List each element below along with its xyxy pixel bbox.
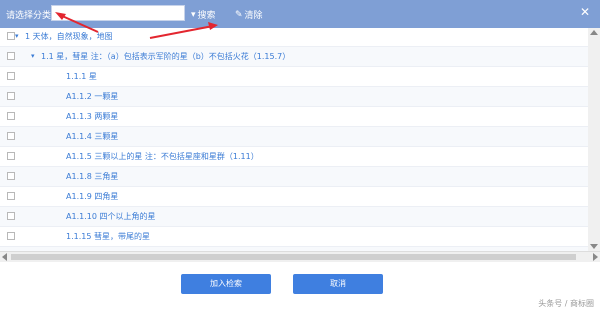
expand-triangle-icon[interactable]: ▾ [15, 32, 19, 40]
tree-item-label[interactable]: 1.1 星，彗星 注：（a）包括表示军阶的星（b）不包括火花（1.15.7） [41, 51, 290, 62]
row-checkbox[interactable] [7, 232, 15, 240]
dropdown-icon: ▾ [191, 9, 196, 20]
tree-item-label[interactable]: A1.1.4 三颗星 [66, 131, 118, 142]
tree-item-label[interactable]: A1.1.5 三颗以上的星 注：不包括星座和星群（1.11） [66, 151, 259, 162]
row-checkbox[interactable] [7, 72, 15, 80]
tree-row[interactable]: A1.1.4 三颗星 [0, 127, 588, 147]
eraser-icon: ✎ [235, 9, 243, 20]
tree-item-label[interactable]: 1.1.15 彗星，带尾的星 [66, 231, 150, 242]
tree-row[interactable]: 1.1.15 彗星，带尾的星 [0, 227, 588, 247]
tree-item-label[interactable]: A1.1.9 四角星 [66, 191, 118, 202]
row-checkbox[interactable] [7, 192, 15, 200]
dialog-footer: 加入检索 取消 头条号 / 商标圈 [0, 262, 600, 313]
search-button-label: 搜索 [197, 11, 216, 21]
tree-item-label[interactable]: A1.1.10 四个以上角的星 [66, 211, 155, 222]
add-to-search-button[interactable]: 加入检索 [181, 274, 271, 294]
search-input[interactable] [54, 7, 182, 19]
horizontal-scrollbar[interactable] [0, 251, 600, 262]
tree-item-label[interactable]: A1.1.8 三角星 [66, 171, 118, 182]
search-field[interactable] [51, 5, 185, 21]
row-checkbox[interactable] [7, 52, 15, 60]
row-checkbox[interactable] [7, 32, 15, 40]
row-checkbox[interactable] [7, 172, 15, 180]
dialog-titlebar: 请选择分类 ▾ 搜索 ✎ 清除 ✕ [0, 0, 600, 28]
vertical-scrollbar[interactable] [588, 28, 600, 251]
clear-button[interactable]: ✎ 清除 [235, 8, 263, 22]
category-tree-list: ▾ 1 天体，自然现象，地图 ▾ 1.1 星，彗星 注：（a）包括表示军阶的星（b）不… [0, 28, 589, 251]
tree-row[interactable]: A1.1.5 三颗以上的星 注：不包括星座和星群（1.11） [0, 147, 588, 167]
search-button[interactable]: ▾ 搜索 [191, 8, 216, 22]
category-label: 请选择分类 [6, 11, 52, 21]
row-checkbox[interactable] [7, 132, 15, 140]
scroll-right-icon[interactable] [593, 253, 598, 261]
tree-item-label[interactable]: 1 天体，自然现象，地图 [25, 31, 113, 42]
scroll-thumb[interactable] [11, 254, 576, 260]
tree-item-label[interactable]: A1.1.2 一颗星 [66, 91, 118, 102]
close-icon[interactable]: ✕ [580, 5, 590, 19]
scroll-down-icon[interactable] [590, 244, 598, 249]
row-checkbox[interactable] [7, 92, 15, 100]
row-checkbox[interactable] [7, 112, 15, 120]
clear-button-label: 清除 [244, 11, 263, 21]
tree-row[interactable]: A1.1.2 一颗星 [0, 87, 588, 107]
tree-row[interactable]: ▾ 1.1 星，彗星 注：（a）包括表示军阶的星（b）不包括火花（1.15.7） [0, 47, 588, 67]
watermark: 头条号 / 商标圈 [538, 299, 594, 308]
expand-triangle-icon[interactable]: ▾ [31, 52, 35, 60]
tree-row[interactable]: ▾ 1 天体，自然现象，地图 [0, 28, 588, 47]
scroll-up-icon[interactable] [590, 30, 598, 35]
tree-item-label[interactable]: A1.1.3 两颗星 [66, 111, 118, 122]
tree-item-label[interactable]: 1.1.1 星 [66, 71, 97, 82]
tree-row[interactable]: A1.1.10 四个以上角的星 [0, 207, 588, 227]
tree-row[interactable]: A1.1.9 四角星 [0, 187, 588, 207]
tree-row[interactable]: 1.1.1 星 [0, 67, 588, 87]
scroll-left-icon[interactable] [2, 253, 7, 261]
cancel-button[interactable]: 取消 [293, 274, 383, 294]
tree-row[interactable]: A1.1.3 两颗星 [0, 107, 588, 127]
row-checkbox[interactable] [7, 152, 15, 160]
tree-row[interactable]: A1.1.8 三角星 [0, 167, 588, 187]
row-checkbox[interactable] [7, 212, 15, 220]
